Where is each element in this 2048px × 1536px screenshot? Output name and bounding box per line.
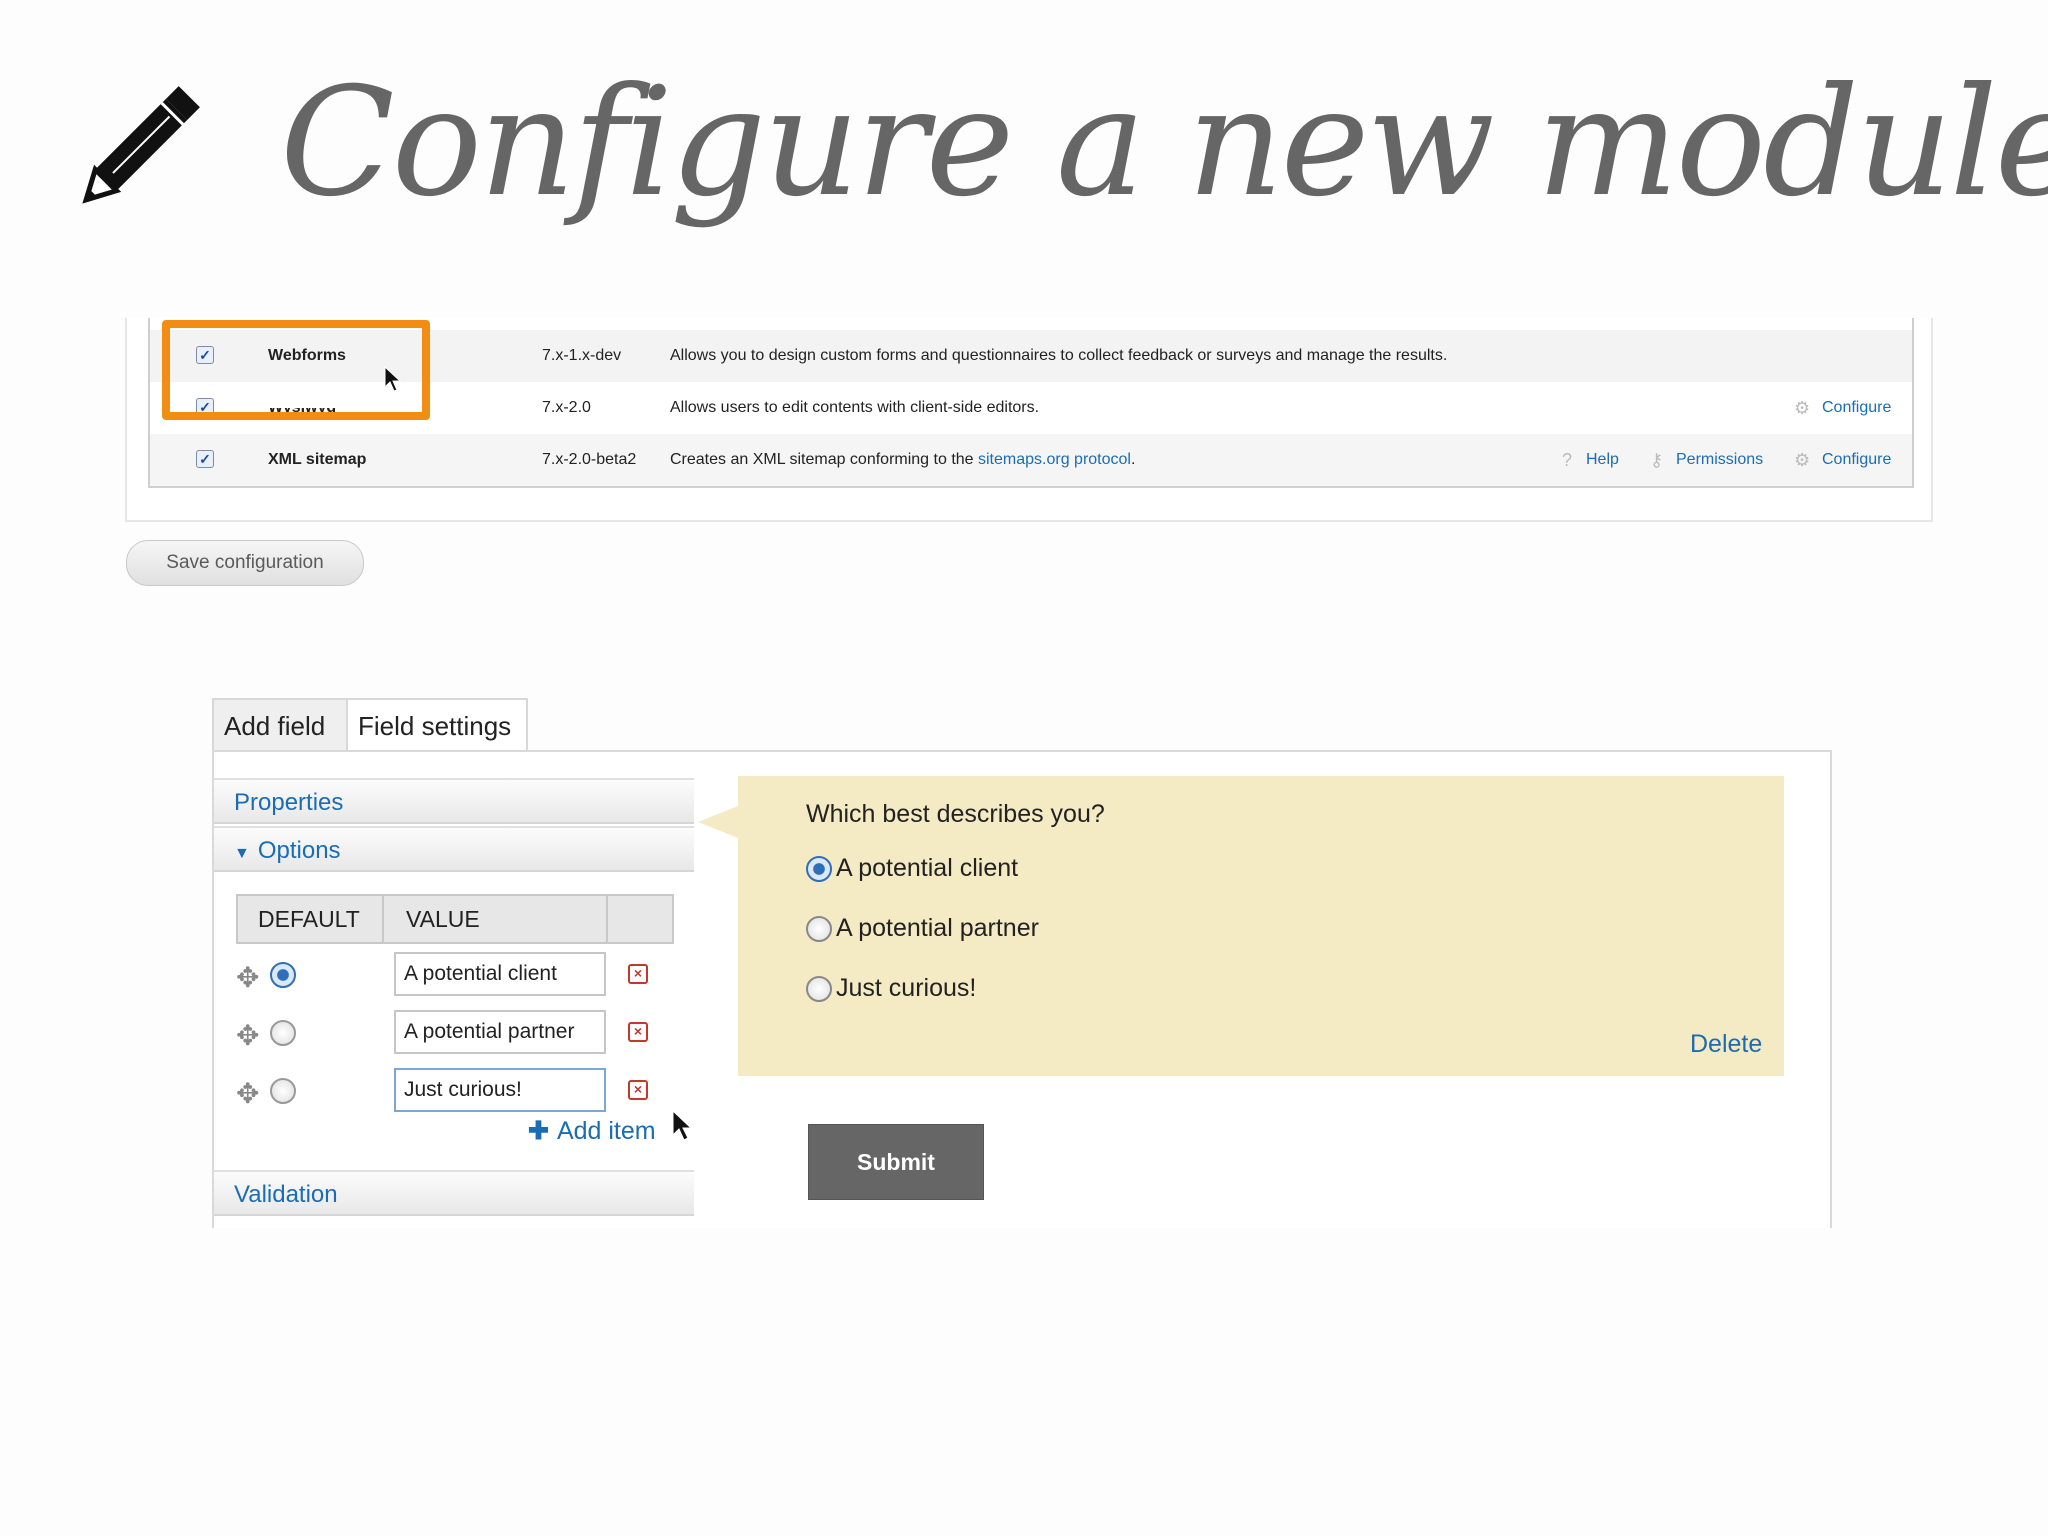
help-icon: ? bbox=[1562, 450, 1573, 470]
triangle-down-icon: ▼ bbox=[234, 845, 250, 862]
description-text: Creates an XML sitemap conforming to the bbox=[670, 451, 978, 468]
submit-button[interactable]: Submit bbox=[808, 1124, 984, 1200]
default-radio[interactable] bbox=[270, 1078, 296, 1104]
tab-field-settings[interactable]: Field settings bbox=[346, 698, 528, 752]
gear-icon: ⚙ bbox=[1794, 450, 1811, 470]
mouse-cursor-icon bbox=[672, 1110, 693, 1141]
column-default: DEFAULT bbox=[258, 906, 360, 932]
section-options[interactable]: ▼ Options bbox=[214, 826, 694, 872]
enable-checkbox[interactable]: ✓ bbox=[196, 450, 214, 468]
plus-icon: ✚ bbox=[528, 1117, 549, 1145]
preview-radio[interactable] bbox=[806, 916, 832, 943]
delete-icon[interactable]: × bbox=[628, 964, 648, 984]
pencil-icon bbox=[82, 86, 200, 204]
delete-icon[interactable]: × bbox=[628, 1080, 648, 1100]
drag-handle-icon[interactable]: ✥ bbox=[236, 1022, 259, 1050]
column-value: VALUE bbox=[406, 906, 480, 932]
preview-pointer bbox=[698, 806, 738, 838]
tab-add-field[interactable]: Add field bbox=[212, 698, 348, 752]
drag-handle-icon[interactable]: ✥ bbox=[236, 1080, 259, 1108]
delete-link[interactable]: Delete bbox=[1690, 1030, 1762, 1059]
module-version: 7.x-2.0-beta2 bbox=[542, 451, 637, 468]
delete-icon[interactable]: × bbox=[628, 1022, 648, 1042]
save-configuration-button[interactable]: Save configuration bbox=[126, 540, 364, 586]
question-label: Which best describes you? bbox=[806, 800, 1105, 828]
preview-option[interactable]: A potential client bbox=[806, 851, 1018, 885]
preview-option[interactable]: A potential partner bbox=[806, 911, 1039, 945]
preview-option-label: Just curious! bbox=[836, 974, 977, 1002]
add-item-label: Add item bbox=[556, 1117, 656, 1145]
option-value-input[interactable]: A potential client bbox=[394, 952, 606, 996]
option-value-input[interactable]: Just curious! bbox=[394, 1068, 606, 1112]
option-row: ✥ A potential partner × bbox=[236, 1008, 672, 1066]
section-properties[interactable]: Properties bbox=[214, 778, 694, 824]
section-validation[interactable]: Validation bbox=[214, 1170, 694, 1216]
preview-option-label: A potential client bbox=[836, 854, 1019, 882]
key-icon: ⚷ bbox=[1650, 450, 1664, 470]
options-table-header: DEFAULT VALUE bbox=[236, 894, 674, 944]
preview-radio[interactable] bbox=[806, 856, 832, 883]
preview-radio[interactable] bbox=[806, 976, 832, 1003]
default-radio[interactable] bbox=[270, 1020, 296, 1046]
section-options-label: Options bbox=[257, 837, 341, 864]
drag-handle-icon[interactable]: ✥ bbox=[236, 964, 259, 992]
default-radio[interactable] bbox=[270, 962, 296, 988]
gear-icon: ⚙ bbox=[1794, 398, 1811, 418]
module-version: 7.x-1.x-dev bbox=[542, 347, 622, 364]
option-value-input[interactable]: A potential partner bbox=[394, 1010, 606, 1054]
mouse-cursor-icon bbox=[384, 366, 402, 392]
sitemaps-protocol-link[interactable]: sitemaps.org protocol bbox=[978, 451, 1131, 468]
add-item-link[interactable]: ✚ Add item bbox=[528, 1116, 656, 1146]
description-suffix: . bbox=[1130, 451, 1136, 468]
permissions-link[interactable]: Permissions bbox=[1676, 434, 1763, 486]
page-title: Configure a new module bbox=[280, 56, 2048, 230]
module-description: Creates an XML sitemap conforming to the… bbox=[670, 434, 1135, 486]
column-divider bbox=[382, 896, 384, 942]
preview-option[interactable]: Just curious! bbox=[806, 971, 976, 1005]
module-description: Allows users to edit contents with clien… bbox=[670, 399, 1040, 416]
preview-option-label: A potential partner bbox=[836, 914, 1039, 942]
option-row: ✥ A potential client × bbox=[236, 950, 672, 1008]
configure-link[interactable]: Configure bbox=[1822, 434, 1891, 486]
help-link[interactable]: Help bbox=[1586, 434, 1619, 486]
module-description: Allows you to design custom forms and qu… bbox=[670, 347, 1448, 364]
column-divider bbox=[606, 896, 608, 942]
module-name: XML sitemap bbox=[268, 451, 367, 468]
module-row-xml-sitemap: ✓ XML sitemap 7.x-2.0-beta2 Creates an X… bbox=[150, 434, 1912, 486]
configure-link[interactable]: Configure bbox=[1822, 382, 1891, 434]
module-version: 7.x-2.0 bbox=[542, 399, 591, 416]
